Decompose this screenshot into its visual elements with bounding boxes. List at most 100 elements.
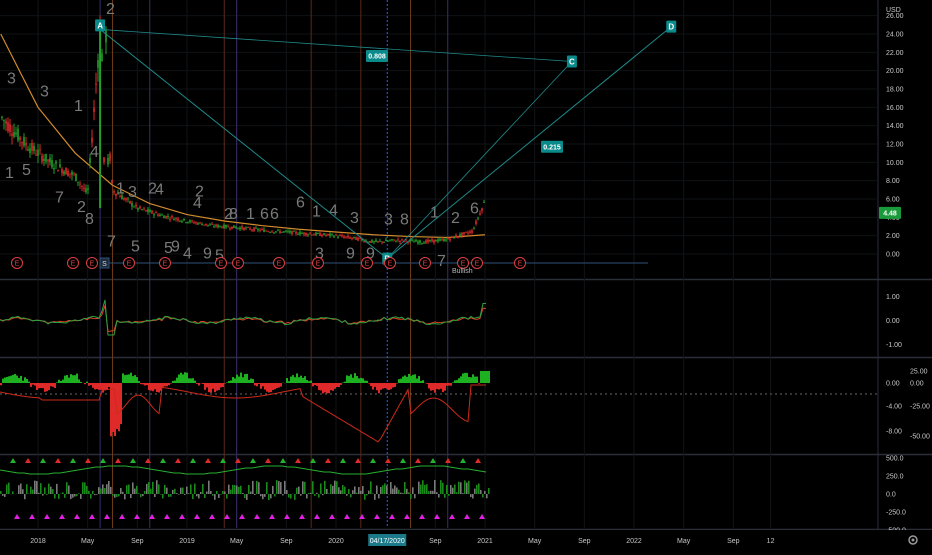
oscillator-2-histogram-bar [360,378,362,383]
oscillator-3-bar [468,481,470,494]
oscillator-3-bar [424,485,426,494]
oscillator-2-histogram-bar [400,379,402,383]
oscillator-3-bar [322,494,324,495]
oscillator-2-histogram-bar [182,374,184,383]
oscillator-3-bar [108,481,110,494]
oscillator-3-bar [414,494,416,498]
price-candle [311,235,313,236]
price-candle [321,235,323,236]
oscillator-3-bar [118,494,120,496]
price-candle [157,214,159,215]
oscillator-2-histogram-bar [46,383,48,391]
oscillator-2-histogram-bar [74,375,76,383]
oscillator-3-bar [174,489,176,494]
price-candle [469,231,471,232]
price-candle [67,171,69,176]
oscillator-2-histogram-bar [236,375,238,383]
oscillator-3-bar [404,482,406,494]
wave-count-label: 1 [246,206,255,223]
earnings-marker-label: E [475,261,480,268]
oscillator-2-histogram-bar [296,373,298,383]
oscillator-2-histogram-bar [366,381,368,383]
price-candle [439,239,441,241]
oscillator-2-histogram-bar [100,383,102,390]
oscillator-2-histogram-bar [264,383,266,390]
oscillator-3-bar [178,494,180,495]
price-candle [247,227,249,228]
wave-count-label: 2 [106,1,115,18]
oscillator-2-histogram-bar [442,383,444,392]
price-tick-label: 18.00 [886,87,904,94]
oscillator-2-histogram-bar [388,383,390,390]
oscillator-2-histogram-bar [352,378,354,383]
oscillator-3-bar [214,494,216,500]
oscillator-3-bar [150,489,152,494]
oscillator-3-bar [192,494,194,499]
oscillator-3-bar [48,484,50,494]
price-candle [191,220,193,221]
price-candle [479,213,481,215]
price-candle [275,231,277,232]
oscillator-2-histogram-bar [342,382,344,383]
chart-canvas[interactable]: 26.0024.0022.0020.0018.0016.0014.0012.00… [0,0,932,550]
last-price-label: 4.48 [883,210,897,217]
oscillator-2-histogram-bar [4,377,6,383]
oscillator-3-bar [380,487,382,494]
oscillator-3-bar [92,491,94,494]
oscillator-3-bar [358,487,360,494]
price-candle [307,234,309,235]
oscillator-3-bar [464,480,466,494]
price-candle [137,208,139,210]
wave-count-label: 7 [55,190,64,207]
oscillator-3-bar [2,494,4,496]
oscillator-3-bar [422,480,424,494]
oscillator-3-bar [274,494,276,496]
oscillator-2-histogram-bar [66,375,68,383]
time-tick-label: Sep [429,538,442,545]
oscillator-3-bar [316,493,318,494]
price-candle [109,154,111,162]
oscillator-3-bar [216,491,218,494]
oscillator-2-histogram-bar [438,383,440,390]
oscillator-3-bar [90,494,92,498]
oscillator-2-histogram-bar [406,377,408,383]
chart-area[interactable]: 26.0024.0022.0020.0018.0016.0014.0012.00… [0,0,932,550]
oscillator-3-bar [38,493,40,494]
oscillator-3-bar [412,487,414,494]
price-candle [173,219,175,220]
oscillator-3-bar [230,490,232,494]
oscillator-3-bar [456,492,458,494]
oscillator-3-bar [382,485,384,494]
price-candle [283,231,285,232]
oscillator-2-histogram-bar [86,382,88,383]
price-candle [309,234,311,235]
price-candle [221,227,223,228]
price-candle [43,159,45,161]
wave-count-label: 1 [116,181,125,198]
oscillator-2-histogram-bar [216,383,218,391]
price-candle [145,210,147,211]
oscillator-2-histogram-bar [362,378,364,383]
price-candle [423,243,425,244]
price-candle [149,210,151,212]
price-candle [163,216,165,218]
oscillator-2-histogram-bar [120,383,122,424]
price-tick-label: 22.00 [886,50,904,57]
oscillator-2-histogram-bar [170,383,172,384]
oscillator-3-bar [350,494,352,497]
oscillator-3-bar [450,485,452,494]
oscillator-3-bar [144,491,146,494]
price-tick-label: 12.00 [886,142,904,149]
wave-count-label: 8 [229,206,238,223]
price-candle [467,233,469,234]
oscillator-3-bar [158,484,160,494]
oscillator-3-bar [82,482,84,494]
price-candle [23,137,25,146]
oscillator-3-bar [52,489,54,494]
oscillator-3-bar [152,482,154,494]
time-tick-label: May [677,538,691,545]
price-candle [393,239,395,240]
price-candle [297,234,299,235]
oscillator-2-histogram-bar [346,375,348,383]
time-tick-label: Sep [280,538,293,545]
